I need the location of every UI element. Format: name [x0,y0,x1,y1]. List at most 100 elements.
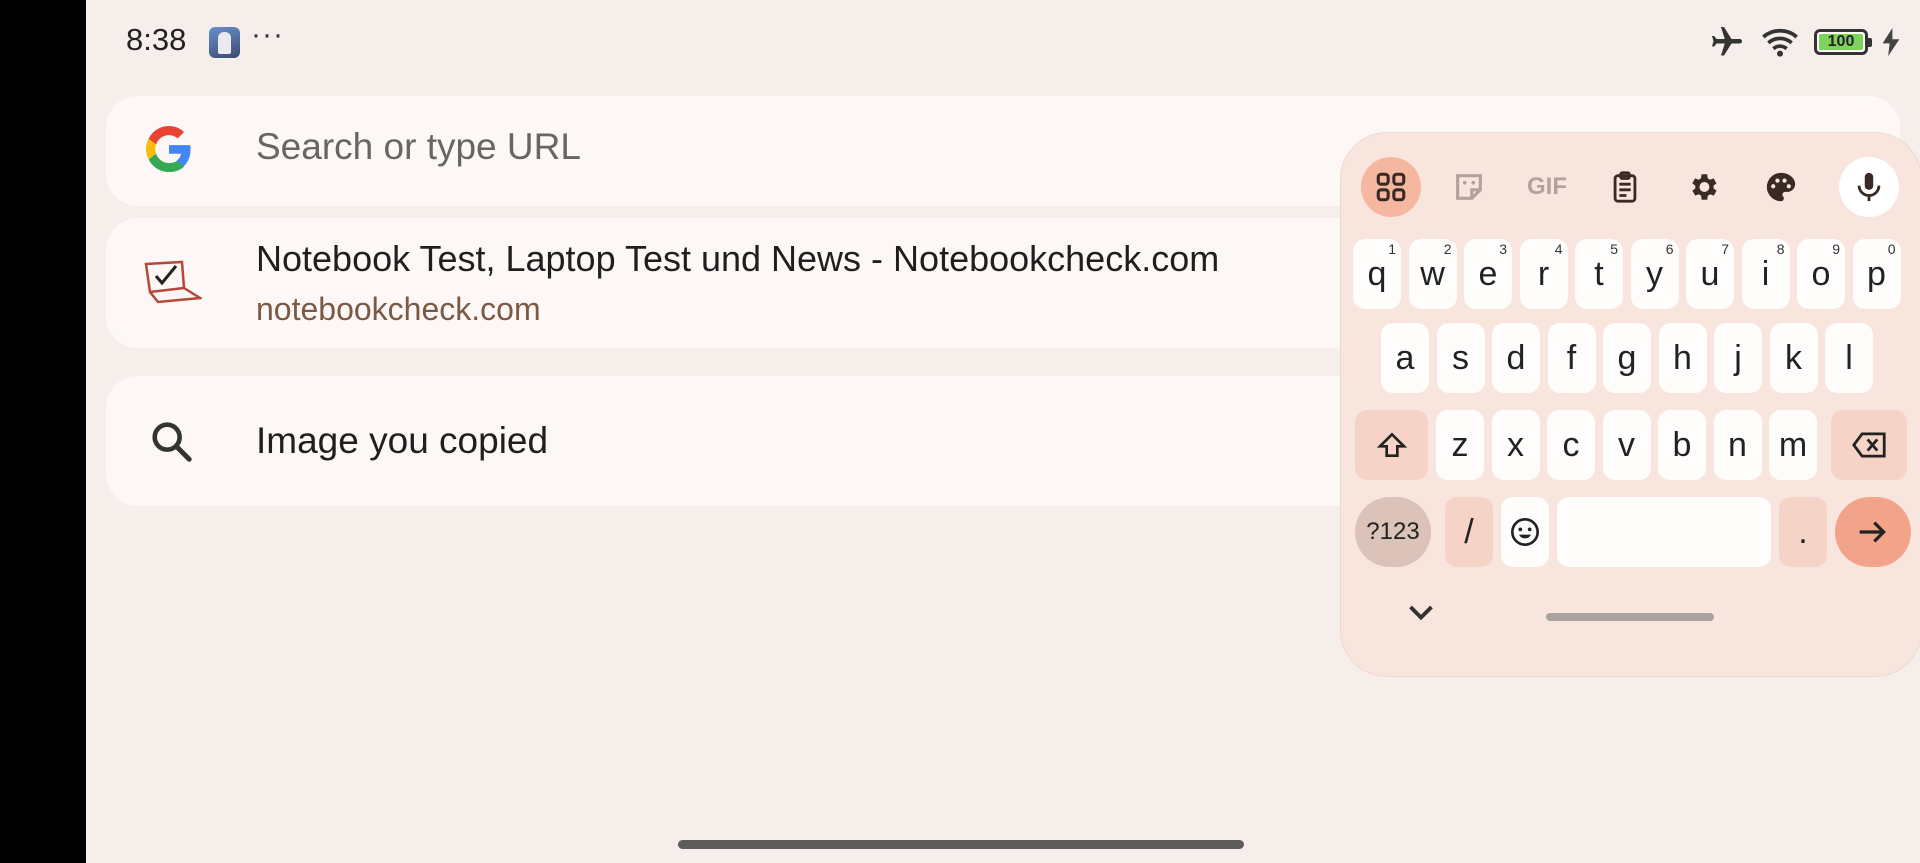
search-input[interactable]: Search or type URL [256,126,581,168]
key-label: d [1506,338,1526,377]
mic-icon[interactable] [1839,157,1899,217]
key-label: i [1761,254,1770,293]
suggestion-url: notebookcheck.com [256,291,541,327]
backspace-key[interactable] [1831,410,1907,480]
key-h[interactable]: h [1658,323,1707,393]
key-label: y [1646,254,1663,293]
key-number-hint: 6 [1665,241,1674,257]
key-l[interactable]: l [1825,323,1873,393]
key-label: l [1845,338,1853,377]
gif-button[interactable]: GIF [1517,157,1577,217]
key-i[interactable]: i8 [1741,239,1790,309]
symbols-key[interactable]: ?123 [1355,497,1431,567]
key-label: w [1420,254,1445,293]
key-label: k [1785,338,1802,377]
period-key[interactable]: . [1779,497,1827,567]
enter-key[interactable] [1835,497,1911,567]
key-number-hint: 4 [1554,241,1563,257]
key-label: q [1367,254,1387,293]
key-n[interactable]: n [1713,410,1762,480]
key-number-hint: 3 [1499,241,1507,257]
key-label: t [1594,254,1604,293]
battery-level: 100 [1819,33,1863,50]
key-label: m [1778,425,1808,464]
key-k[interactable]: k [1769,323,1818,393]
chevron-down-icon[interactable] [1403,595,1439,631]
key-label: x [1507,425,1524,464]
key-label: p [1867,254,1886,293]
key-number-hint: 7 [1721,241,1729,257]
key-v[interactable]: v [1602,410,1651,480]
key-p[interactable]: p0 [1852,239,1901,309]
floating-keyboard: GIF ?123 / . q 1 w 2 e 3 r 4 t 5 y 6 u 7… [1341,133,1920,676]
sticker-icon[interactable] [1439,157,1499,217]
key-a[interactable]: a [1381,323,1429,393]
browser-screen: 8:38 ··· 100 Search or type URL Notebook… [86,0,1920,863]
theme-palette-icon[interactable] [1751,157,1811,217]
key-number-hint: 8 [1776,241,1785,257]
key-x[interactable]: x [1491,410,1540,480]
key-c[interactable]: c [1547,410,1595,480]
key-label: o [1811,254,1831,293]
key-b[interactable]: b [1658,410,1706,480]
key-z[interactable]: z [1436,410,1484,480]
key-label: u [1700,254,1720,293]
key-number-hint: 9 [1832,241,1840,257]
apps-grid-icon[interactable] [1361,157,1421,217]
key-t[interactable]: t5 [1575,239,1623,309]
key-label: b [1672,425,1692,464]
backspace-icon [1852,432,1886,458]
home-indicator[interactable] [678,840,1244,849]
notification-avatar-icon [209,27,240,58]
suggestion-title: Image you copied [256,420,549,461]
key-g[interactable]: g [1603,323,1651,393]
key-number-hint: 2 [1443,241,1452,257]
key-w[interactable]: w2 [1408,239,1457,309]
key-number-hint: 0 [1887,241,1896,257]
key-label: f [1566,338,1577,377]
status-time: 8:38 [126,22,187,57]
key-label: h [1673,338,1692,377]
status-icons: 100 [1708,24,1900,60]
more-notifications-indicator: ··· [251,18,284,51]
shift-key[interactable] [1355,410,1428,480]
gif-label: GIF [1527,173,1567,200]
arrow-right-icon [1859,521,1886,543]
key-d[interactable]: d [1492,323,1540,393]
shift-icon [1376,432,1407,457]
key-o[interactable]: o9 [1797,239,1845,309]
key-label: z [1451,425,1469,464]
settings-icon[interactable] [1673,157,1733,217]
key-u[interactable]: u7 [1686,239,1734,309]
charging-icon [1882,28,1900,56]
key-label: j [1734,338,1742,377]
suggestion-title: Notebook Test, Laptop Test und News - No… [256,238,1220,279]
key-m[interactable]: m [1769,410,1817,480]
key-q[interactable]: q1 [1353,239,1401,309]
key-label: v [1618,425,1635,464]
battery-icon: 100 [1814,29,1872,55]
clipboard-icon[interactable] [1595,157,1655,217]
key-label: s [1452,338,1469,377]
key-label: g [1617,338,1637,377]
key-j[interactable]: j [1714,323,1762,393]
slash-key[interactable]: / [1445,497,1493,567]
keyboard-drag-handle[interactable] [1546,613,1714,621]
emoji-key[interactable] [1501,497,1549,567]
key-label: e [1478,254,1498,293]
key-label: r [1537,254,1550,293]
space-key[interactable] [1557,497,1771,567]
key-s[interactable]: s [1436,323,1485,393]
key-f[interactable]: f [1547,323,1596,393]
key-number-hint: 1 [1388,241,1396,257]
key-y[interactable]: y6 [1630,239,1679,309]
key-r[interactable]: r4 [1519,239,1568,309]
key-e[interactable]: e3 [1464,239,1512,309]
wifi-icon [1762,28,1798,57]
key-label: c [1562,425,1580,464]
key-label: n [1728,425,1747,464]
key-number-hint: 5 [1610,241,1618,257]
key-label: a [1395,338,1415,377]
airplane-mode-icon [1712,27,1742,56]
emoji-icon [1511,518,1539,546]
